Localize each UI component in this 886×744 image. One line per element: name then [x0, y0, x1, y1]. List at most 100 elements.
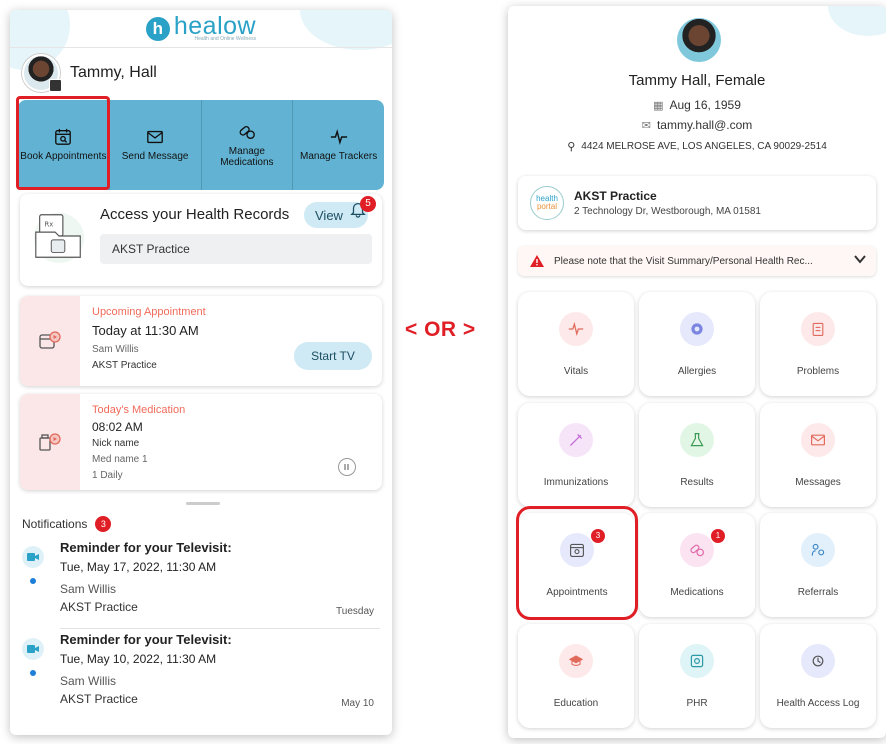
video-icon [22, 638, 44, 660]
heartbeat-icon [330, 129, 347, 145]
upcoming-label: Upcoming Appointment [92, 306, 206, 318]
syringe-icon [559, 423, 593, 457]
notification-date: Tue, May 10, 2022, 11:30 AM [60, 652, 217, 666]
tile-label: Results [680, 477, 714, 488]
flask-icon [680, 423, 714, 457]
unread-dot [30, 578, 36, 584]
decorative-circle [828, 6, 886, 36]
medication-icon-panel [20, 394, 80, 490]
send-message-button[interactable]: Send Message [110, 100, 202, 190]
tile-phr[interactable]: PHR [639, 624, 755, 728]
notification-practice: AKST Practice [60, 600, 138, 614]
notifications-count-badge: 3 [95, 516, 112, 532]
manage-medications-button[interactable]: Manage Medications [202, 100, 294, 190]
tile-label: Referrals [797, 587, 839, 598]
send-message-label: Send Message [121, 151, 189, 162]
video-icon [22, 546, 44, 568]
graduation-cap-icon [559, 644, 593, 678]
drag-handle[interactable] [186, 502, 220, 505]
tile-label: Messages [795, 477, 841, 488]
tile-education[interactable]: Education [518, 624, 634, 728]
practice-selector[interactable]: AKST Practice [100, 234, 372, 264]
visit-summary-notice[interactable]: Please note that the Visit Summary/Perso… [518, 246, 876, 276]
tile-problems[interactable]: Problems [760, 292, 876, 396]
medication-action-button[interactable] [338, 458, 356, 476]
book-appointments-button[interactable]: Book Appointments [18, 100, 110, 190]
todays-medication-card[interactable]: Today's Medication 08:02 AM Nick name Me… [20, 394, 382, 490]
manage-trackers-button[interactable]: Manage Trackers [293, 100, 384, 190]
medication-nickname: Nick name [92, 438, 140, 449]
calendar-icon: ▦ [653, 100, 664, 113]
appointment-practice: AKST Practice [92, 360, 157, 371]
notification-doctor: Sam Willis [60, 674, 116, 688]
profile-row[interactable]: Tammy, Hall [22, 54, 157, 92]
pill-icon [680, 533, 714, 567]
practice-card[interactable]: health portal AKST Practice 2 Technology … [518, 176, 876, 230]
tile-appointments[interactable]: 3 Appointments [519, 513, 635, 617]
avatar[interactable] [677, 18, 721, 62]
health-records-card[interactable]: Rx Access your Health Records View 5 AKS… [20, 194, 382, 286]
tile-label: Medications [670, 587, 724, 598]
folder-icon: Rx [33, 212, 85, 264]
access-log-icon [801, 644, 835, 678]
medication-time: 08:02 AM [92, 420, 143, 434]
email-row: ✉ tammy.hall@.com [508, 118, 886, 132]
tile-referrals[interactable]: Referrals [760, 513, 876, 617]
calendar-video-icon [39, 331, 61, 349]
quick-actions-bar: Book Appointments Send Message Manage Me… [18, 100, 384, 190]
avatar[interactable] [22, 54, 62, 92]
heartbeat-icon [559, 312, 593, 346]
medication-name: Med name 1 [92, 454, 148, 465]
notification-title: Reminder for your Televisit: [60, 540, 232, 555]
tile-label: PHR [686, 698, 708, 709]
location-pin-icon: ⚲ [567, 141, 576, 153]
envelope-icon: ✉ [641, 120, 651, 133]
appointment-icon-panel [20, 296, 80, 386]
notification-date: Tue, May 17, 2022, 11:30 AM [60, 560, 217, 574]
profile-name: Tammy, Hall [70, 64, 157, 81]
tile-immunizations[interactable]: Immunizations [518, 403, 634, 507]
tile-messages[interactable]: Messages [760, 403, 876, 507]
manage-medications-label: Manage Medications [220, 145, 274, 168]
notification-doctor: Sam Willis [60, 582, 116, 596]
app-header: h healow Health and Online Wellness [10, 10, 392, 48]
tile-label: Allergies [677, 366, 717, 377]
tile-label: Immunizations [543, 477, 609, 488]
healow-logo: h healow Health and Online Wellness [145, 14, 256, 42]
clipboard-icon [801, 312, 835, 346]
notification-count-badge: 5 [360, 196, 376, 212]
switch-profile-icon [49, 79, 62, 92]
book-appointments-label: Book Appointments [20, 151, 107, 162]
start-tv-button[interactable]: Start TV [294, 342, 372, 370]
allergy-icon [680, 312, 714, 346]
address-row: ⚲ 4424 MELROSE AVE, LOS ANGELES, CA 90029… [508, 140, 886, 153]
appointment-time: Today at 11:30 AM [92, 323, 199, 338]
notification-item[interactable]: Reminder for your Televisit: Tue, May 10… [22, 632, 382, 722]
divider [60, 628, 380, 629]
tile-allergies[interactable]: Allergies [639, 292, 755, 396]
calendar-search-icon [560, 533, 594, 567]
tile-label: Education [553, 698, 599, 709]
logo-bottom-text: portal [536, 202, 557, 211]
tile-results[interactable]: Results [639, 403, 755, 507]
left-phone-screen: h healow Health and Online Wellness Tamm… [10, 10, 392, 735]
or-separator: < OR > [405, 318, 476, 341]
practice-name: AKST Practice [574, 189, 657, 203]
notification-item[interactable]: Reminder for your Televisit: Tue, May 17… [22, 540, 382, 630]
tile-medications[interactable]: 1 Medications [639, 513, 755, 617]
date-of-birth-row: ▦ Aug 16, 1959 [508, 98, 886, 112]
email: tammy.hall@.com [656, 118, 753, 132]
tile-label: Vitals [563, 366, 589, 377]
medication-frequency: 1 Daily [92, 470, 123, 481]
upcoming-appointment-card[interactable]: Upcoming Appointment Today at 11:30 AM S… [20, 296, 382, 386]
tile-label: Health Access Log [776, 698, 860, 709]
view-label: View [315, 207, 343, 223]
notifications-header: Notifications 3 [22, 516, 112, 532]
healthportal-logo: health portal [530, 186, 564, 220]
tile-health-access-log[interactable]: Health Access Log [760, 624, 876, 728]
notification-timestamp: Tuesday [336, 606, 374, 617]
tile-vitals[interactable]: Vitals [518, 292, 634, 396]
patient-name: Tammy Hall, Female [628, 72, 766, 89]
appointment-doctor: Sam Willis [92, 344, 139, 355]
chevron-down-icon[interactable] [854, 254, 866, 264]
